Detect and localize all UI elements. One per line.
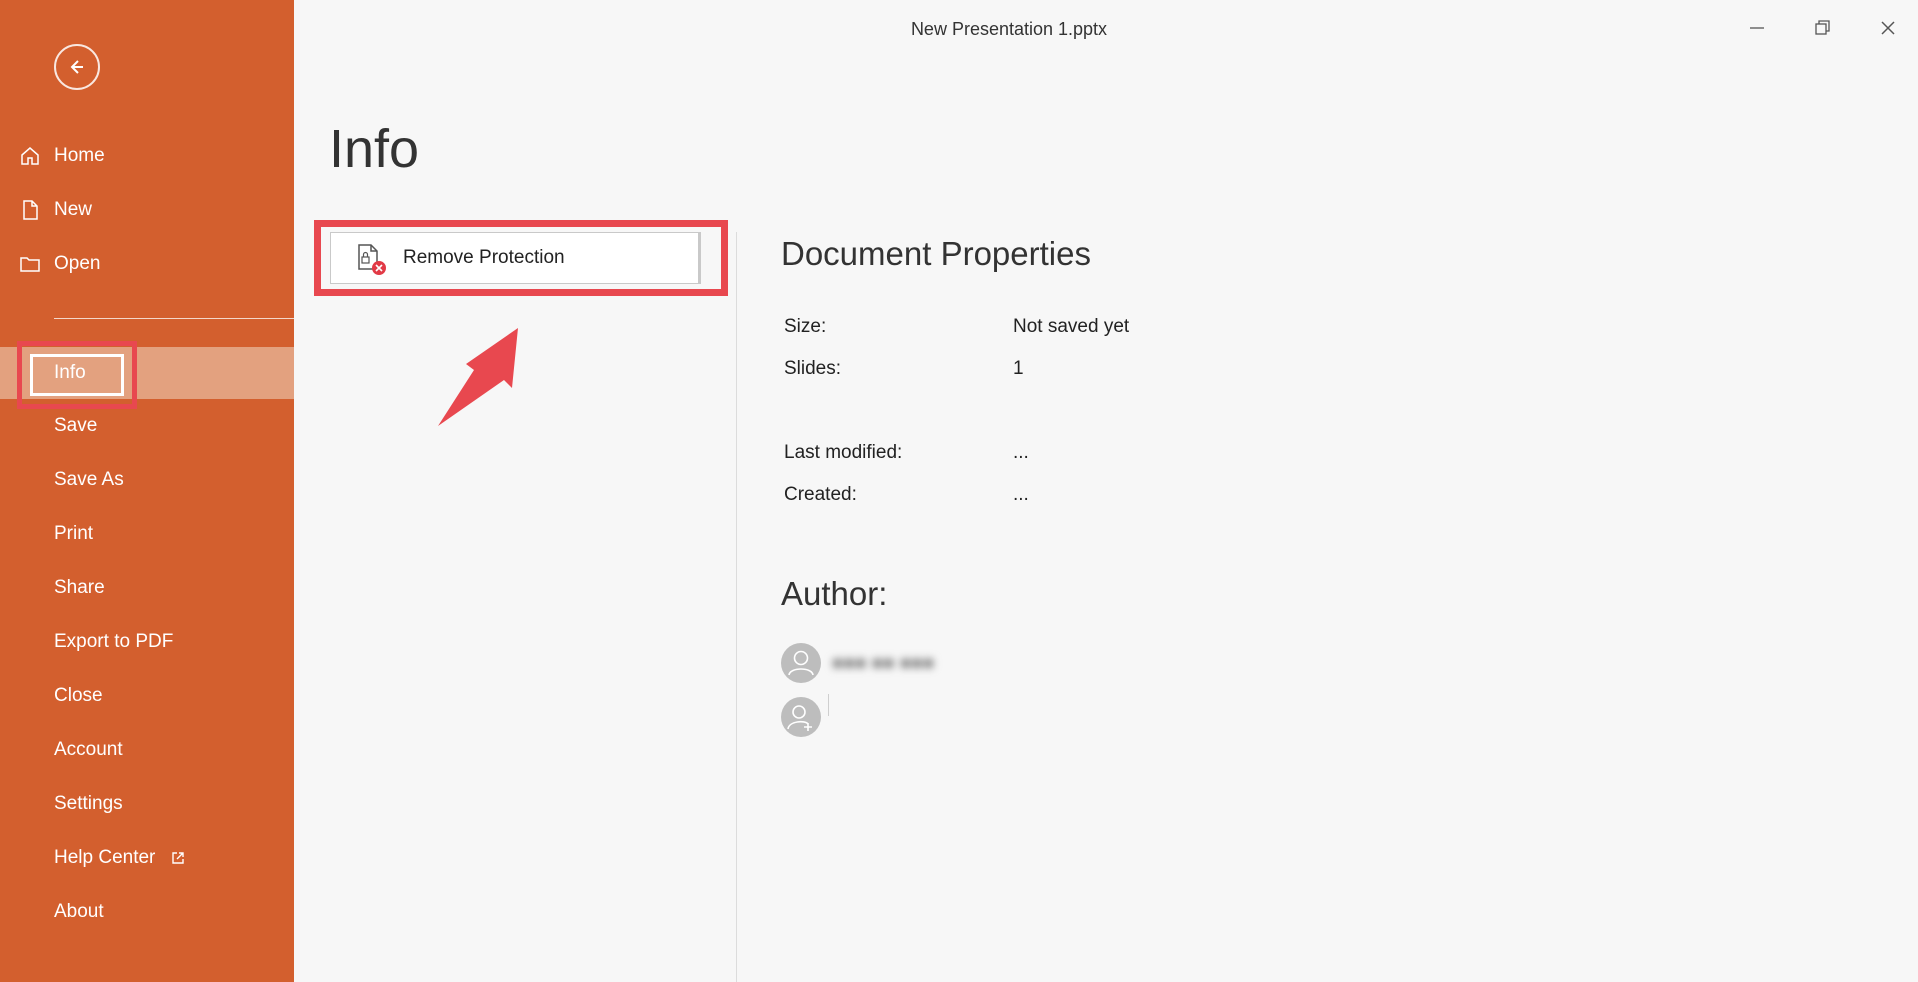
external-link-icon (172, 852, 184, 864)
prop-last-modified-value: ... (1013, 442, 1029, 463)
column-divider (736, 232, 737, 982)
document-properties-title: Document Properties (781, 235, 1091, 272)
add-author-input[interactable] (828, 694, 829, 716)
sidebar-item-label: Open (54, 253, 101, 274)
folder-icon (20, 257, 40, 272)
sidebar-divider (54, 318, 294, 319)
sidebar-item-save-as[interactable]: Save As (0, 458, 294, 502)
restore-icon[interactable] (1810, 16, 1834, 40)
annotation-arrow (438, 328, 518, 426)
sidebar-item-settings[interactable]: Settings (0, 782, 294, 826)
sidebar-item-label: Settings (54, 793, 123, 814)
window-title: New Presentation 1.pptx (294, 19, 1724, 40)
sidebar-item-about[interactable]: About (0, 890, 294, 934)
sidebar-item-label: Save As (54, 469, 124, 490)
sidebar-item-label: Close (54, 685, 103, 706)
info-highlight-box (17, 341, 137, 409)
back-arrow-icon (70, 60, 83, 74)
sidebar-item-label: Print (54, 523, 94, 544)
add-person-icon (787, 705, 812, 731)
sidebar-item-home[interactable]: Home (0, 134, 294, 178)
add-author-button[interactable] (781, 697, 821, 737)
sidebar-item-label: Export to PDF (54, 631, 174, 652)
sidebar-item-label: Save (54, 415, 98, 436)
prop-slides-label: Slides: (784, 358, 842, 379)
author-name: ■■■ ■■ ■■■ (832, 653, 935, 674)
minimize-icon[interactable] (1745, 16, 1769, 40)
prop-created-label: Created: (784, 484, 857, 505)
prop-size-value: Not saved yet (1013, 316, 1130, 337)
sidebar-item-help-center[interactable]: Help Center (0, 836, 294, 880)
close-icon[interactable] (1876, 16, 1900, 40)
remove-protection-label: Remove Protection (403, 247, 565, 268)
prop-slides-value: 1 (1013, 358, 1024, 379)
back-button[interactable] (54, 44, 100, 90)
sidebar-item-print[interactable]: Print (0, 512, 294, 556)
sidebar-item-label: Help Center (54, 847, 156, 868)
remove-protection-button[interactable]: Remove Protection (330, 232, 701, 284)
page-title: Info (329, 119, 420, 179)
sidebar-item-label: About (54, 901, 104, 922)
sidebar-item-label: Account (54, 739, 123, 760)
backstage-sidebar: Home New Open Info Save Save As Print Sh… (0, 0, 294, 982)
author-avatar (781, 643, 821, 683)
window-title-text: New Presentation 1.pptx (910, 19, 1108, 39)
sidebar-item-share[interactable]: Share (0, 566, 294, 610)
sidebar-item-label: Home (54, 145, 105, 166)
sidebar-item-open[interactable]: Open (0, 242, 294, 286)
sidebar-item-account[interactable]: Account (0, 728, 294, 772)
home-icon (21, 147, 39, 165)
sidebar-item-new[interactable]: New (0, 188, 294, 232)
prop-created-value: ... (1013, 484, 1029, 505)
person-icon (788, 650, 814, 676)
prop-size-label: Size: (784, 316, 827, 337)
new-file-icon (23, 200, 38, 220)
remove-protection-icon (358, 244, 386, 275)
sidebar-item-save[interactable]: Save (0, 404, 294, 448)
author-title: Author: (781, 575, 888, 612)
sidebar-item-close[interactable]: Close (0, 674, 294, 718)
sidebar-item-label: Share (54, 577, 105, 598)
sidebar-item-export-pdf[interactable]: Export to PDF (0, 620, 294, 664)
prop-last-modified-label: Last modified: (784, 442, 903, 463)
sidebar-item-label: New (54, 199, 93, 220)
